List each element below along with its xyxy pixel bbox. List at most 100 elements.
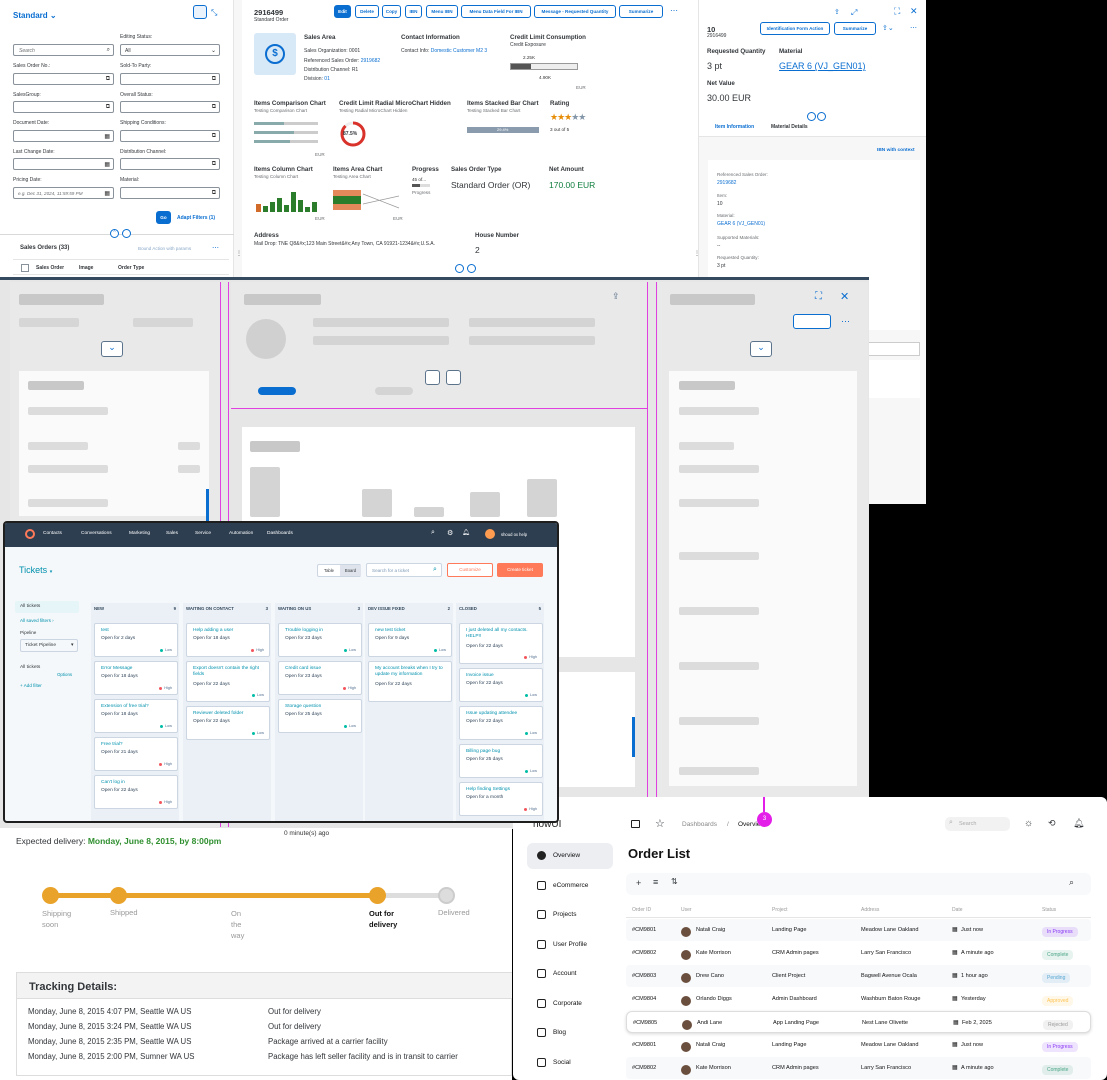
sidebar-item-corporate[interactable]: Corporate <box>527 991 613 1017</box>
nav-item-dashboards[interactable]: Dashboards <box>267 531 293 536</box>
nav-item-marketing[interactable]: Marketing <box>129 531 150 536</box>
sidebar-item-ecommerce[interactable]: eCommerce <box>527 873 613 899</box>
star-icon[interactable]: ☆ <box>655 817 665 830</box>
filter-icon[interactable] <box>193 5 207 19</box>
nav-item-service[interactable]: Service <box>195 531 211 536</box>
delete-button[interactable]: Delete <box>355 5 379 18</box>
ticket-title[interactable]: Credit card issue <box>285 666 355 672</box>
search-input[interactable]: Search ⌕ <box>13 44 114 56</box>
collapse-header-icon[interactable]: ⌃ <box>110 229 119 238</box>
ticket-title[interactable]: Error Message <box>101 666 171 672</box>
share-icon[interactable]: ⇪ <box>612 291 620 302</box>
contact-link[interactable]: Domestic Customer M2 3 <box>431 48 487 54</box>
shipping-conditions-input[interactable]: ⧉ <box>120 130 220 142</box>
ref-so-link[interactable]: 2919682 <box>717 180 736 186</box>
drag-handle-icon[interactable]: ⋮ <box>694 250 700 257</box>
tab-material-details[interactable]: Material Details <box>771 124 808 130</box>
table-row[interactable]: #CM9802 Kate Morrison CRM Admin pages Larry… <box>626 942 1091 964</box>
variant-selector[interactable]: Standard ⌄ <box>13 11 57 20</box>
add-filter-link[interactable]: + Add filter <box>20 683 42 688</box>
last-change-date-input[interactable]: ▦ <box>13 158 114 170</box>
col-status[interactable]: Status <box>1042 907 1056 913</box>
sales-group-input[interactable]: ⧉ <box>13 101 114 113</box>
sold-to-party-input[interactable]: ⧉ <box>120 73 220 85</box>
share-menu-icon[interactable]: ⇪⌄ <box>882 24 894 32</box>
hubspot-logo-icon[interactable] <box>25 529 35 539</box>
ticket-title[interactable]: Can't log in <box>101 780 171 786</box>
avatar[interactable] <box>485 529 495 539</box>
material-input[interactable]: ⧉ <box>120 187 220 199</box>
menu-data-field-ibn-button[interactable]: Menu Data Field For IBN <box>461 5 531 18</box>
ticket-search-input[interactable]: Search for a ticket ⌕ <box>366 563 442 577</box>
table-row[interactable]: #CM9801 Natali Craig Landing Page Meadow La… <box>626 919 1091 941</box>
more-icon[interactable]: ⋯ <box>670 6 678 15</box>
collapse-header-icon[interactable] <box>455 264 464 273</box>
table-row[interactable]: #CM9803 Drew Cano Client Project Bagwell Av… <box>626 965 1091 987</box>
ticket-card[interactable]: Help adding a user Open for 18 days High <box>186 623 270 657</box>
bell-icon[interactable]: 🔔︎ <box>462 529 470 536</box>
close-icon[interactable]: ✕ <box>840 290 849 303</box>
sidebar-item-user-profile[interactable]: User Profile <box>527 932 613 958</box>
ticket-title[interactable]: Export doesn't contain the right fields <box>193 666 263 678</box>
ticket-card[interactable]: Issue updating attendee Open for 22 days L… <box>459 706 543 740</box>
ticket-title[interactable]: Issue updating attendee <box>466 711 536 717</box>
bell-icon[interactable]: 🔔︎ <box>1073 818 1084 829</box>
collapse-header-icon[interactable] <box>807 112 816 121</box>
sidebar-item-blog[interactable]: Blog <box>527 1020 613 1046</box>
sidebar-item-projects[interactable]: Projects <box>527 902 613 928</box>
close-icon[interactable]: ✕ <box>910 6 918 17</box>
pipeline-select[interactable]: Ticket Pipeline ▾ <box>20 639 78 652</box>
ticket-title[interactable]: I just deleted all my contacts. HELP!! <box>466 628 536 640</box>
table-row[interactable]: #CM9802 Kate Morrison CRM Admin pages Larry… <box>626 1057 1091 1079</box>
ticket-card[interactable]: Trouble logging in Open for 23 days Low <box>278 623 362 657</box>
sidebar-item-social[interactable]: Social <box>527 1050 613 1076</box>
splitter[interactable] <box>647 282 657 827</box>
pricing-date-input[interactable]: e.g. Dec 31, 2024, 11:59:59 PM ▦ <box>13 187 114 199</box>
bound-action-button[interactable]: Bound Action with params <box>138 246 191 251</box>
identification-form-action-button[interactable]: Identification Form Action <box>760 22 830 35</box>
col-image[interactable]: Image <box>79 265 93 271</box>
ticket-title[interactable]: new test ticket <box>375 628 445 634</box>
col-user[interactable]: User <box>681 907 692 913</box>
adapt-filters-button[interactable]: Adapt Filters (1) <box>177 215 215 221</box>
pin-header-icon[interactable] <box>122 229 131 238</box>
search-icon[interactable]: ⌕ <box>1069 877 1074 888</box>
material-link[interactable]: GEAR 6 (VJ_GEN01) <box>717 221 765 227</box>
breadcrumb-dashboards[interactable]: Dashboards <box>682 821 717 828</box>
col-address[interactable]: Address <box>861 907 879 913</box>
ticket-card[interactable]: Invoice issue Open for 22 days Low <box>459 668 543 702</box>
ticket-card[interactable]: Reviewer deleted folder Open for 22 days L… <box>186 706 270 740</box>
settings-icon[interactable]: ⚙ <box>447 529 453 537</box>
go-button[interactable]: Go <box>156 211 171 224</box>
saved-filters-link[interactable]: All saved filters › <box>20 618 54 623</box>
overall-status-input[interactable]: ⧉ <box>120 101 220 113</box>
edit-button[interactable]: Edit <box>334 5 351 18</box>
ticket-title[interactable]: Help finding Settings <box>466 787 536 793</box>
sidebar-toggle-icon[interactable] <box>631 820 640 828</box>
splitter[interactable] <box>234 0 242 278</box>
filter-icon[interactable]: ≡ <box>653 877 658 887</box>
distribution-channel-input[interactable]: ⧉ <box>120 158 220 170</box>
ticket-card[interactable]: Help finding Settings Open for a month Hig… <box>459 782 543 816</box>
expand-icon[interactable]: ⤢ <box>851 8 857 18</box>
more-icon[interactable]: ⋯ <box>212 244 219 252</box>
chevron-down-icon[interactable]: ⌄ <box>750 341 772 357</box>
col-date[interactable]: Date <box>952 907 963 913</box>
message-requested-quantity-button[interactable]: Message - Requested Quantity <box>534 5 616 18</box>
customize-button[interactable]: Customize <box>447 563 493 577</box>
ticket-title[interactable]: Extension of free trial? <box>101 704 171 710</box>
view-table-button[interactable]: Table <box>324 568 334 573</box>
ticket-card[interactable]: Credit card issue Open for 23 days High <box>278 661 362 695</box>
nav-item-conversations[interactable]: Conversations <box>81 531 112 536</box>
ticket-card[interactable]: Extension of free trial? Open for 18 days… <box>94 699 178 733</box>
col-order-type[interactable]: Order Type <box>118 265 144 271</box>
nav-item-sales[interactable]: Sales <box>166 531 178 536</box>
pin-header-icon[interactable] <box>817 112 826 121</box>
ticket-title[interactable]: test <box>101 628 171 634</box>
create-ticket-button[interactable]: Create ticket <box>497 563 543 577</box>
add-icon[interactable]: + <box>636 878 641 888</box>
sort-icon[interactable]: ⇅ <box>671 877 678 886</box>
ticket-card[interactable]: new test ticket Open for 9 days Low <box>368 623 452 657</box>
document-date-input[interactable]: ▦ <box>13 130 114 142</box>
division-link[interactable]: 01 <box>324 76 330 82</box>
